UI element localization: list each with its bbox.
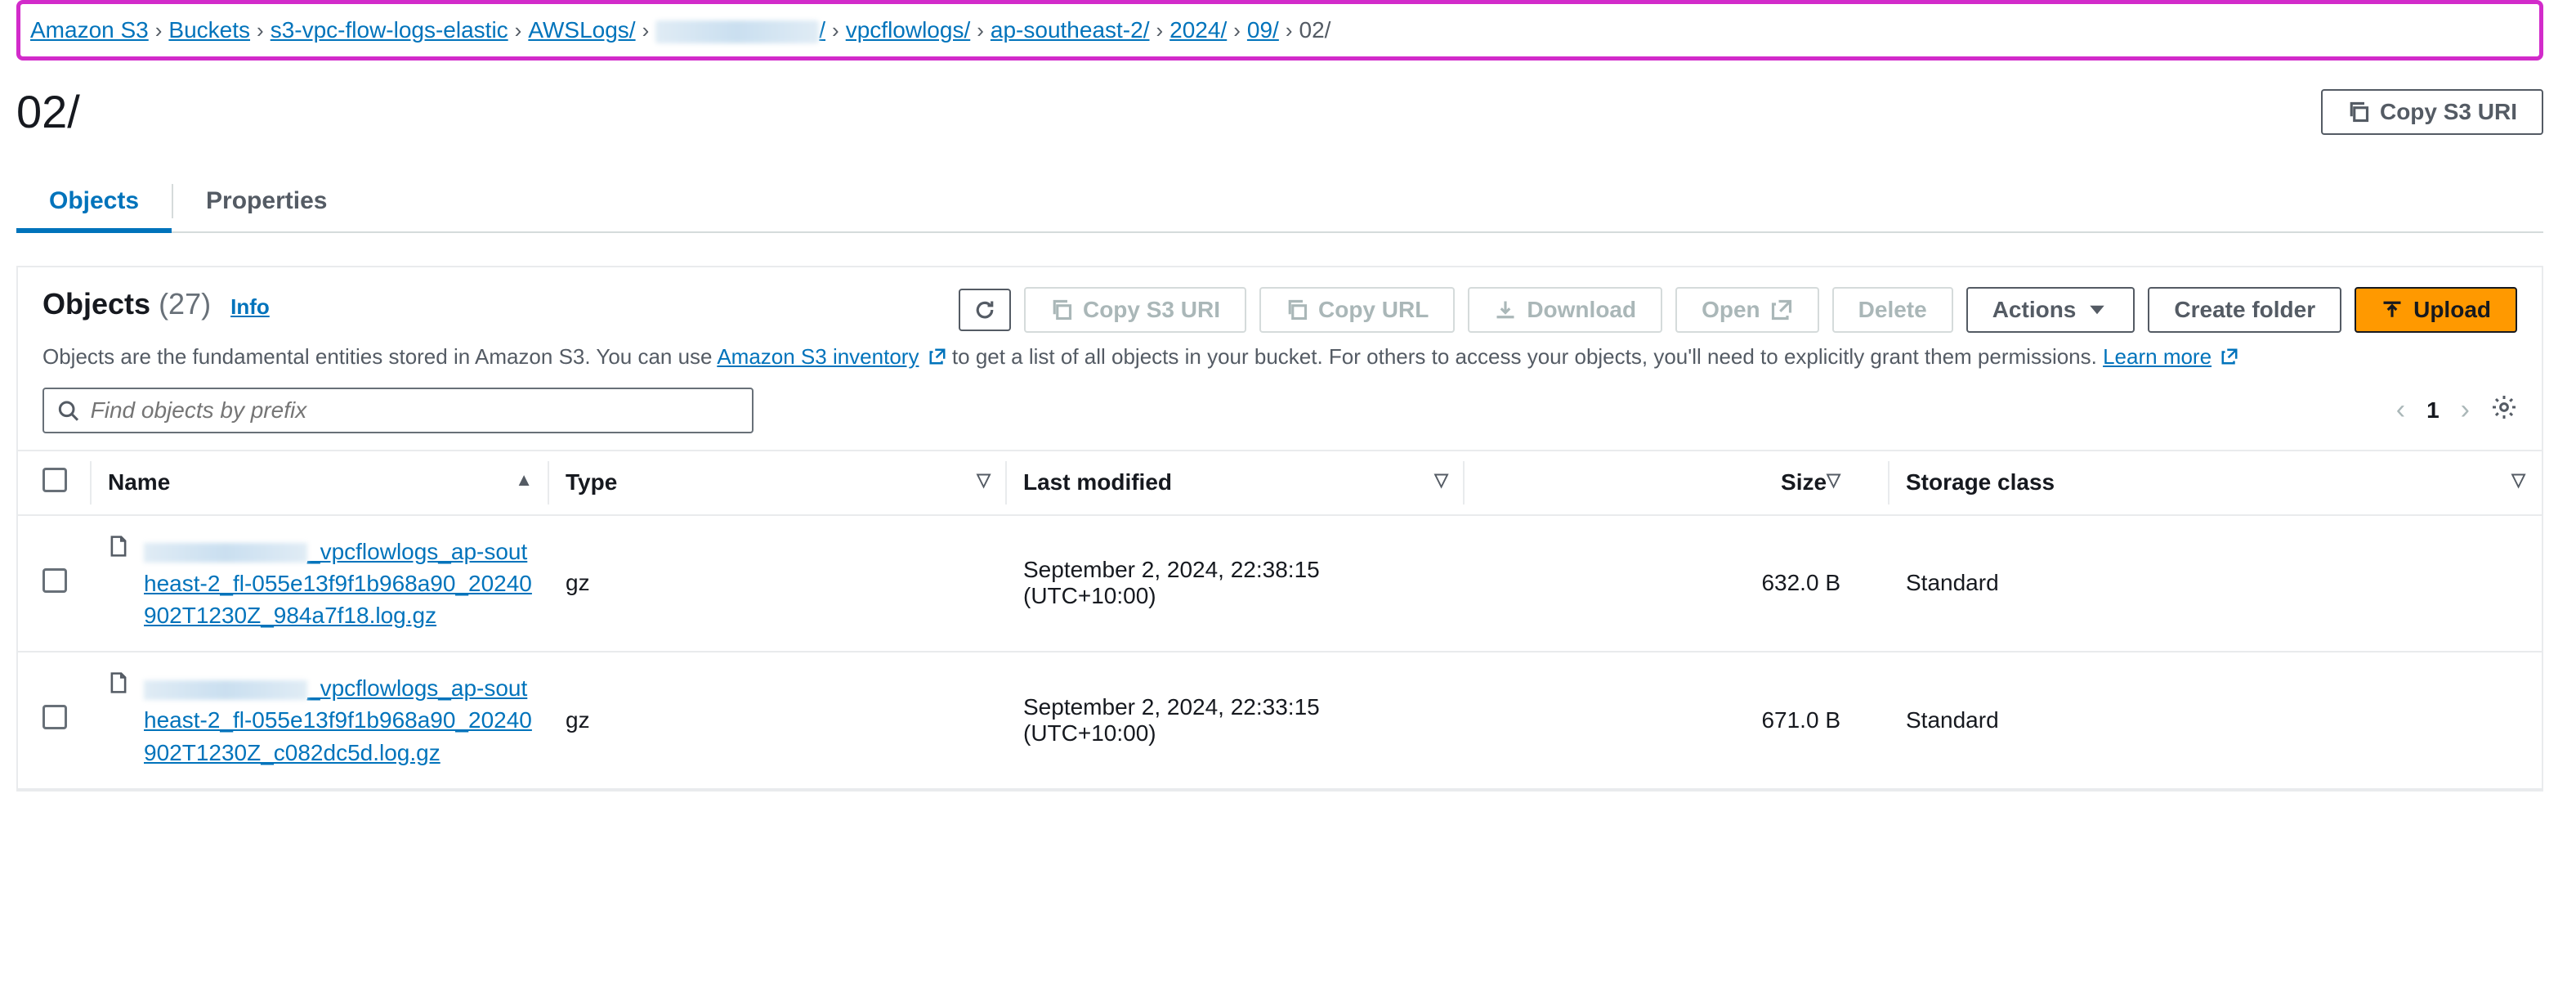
sort-icon: ▽ <box>2511 469 2525 491</box>
search-input[interactable] <box>91 397 739 424</box>
objects-count: (27) <box>159 287 211 321</box>
breadcrumb: Amazon S3 › Buckets › s3-vpc-flow-logs-e… <box>16 0 2543 61</box>
cell-modified: September 2, 2024, 22:33:15 (UTC+10:00) <box>1007 652 1465 789</box>
table-row: _vpcflowlogs_ap-southeast-2_fl-055e13f9f… <box>18 515 2542 652</box>
file-icon <box>108 672 129 699</box>
col-header-modified[interactable]: Last modified▽ <box>1007 451 1465 515</box>
tab-objects[interactable]: Objects <box>16 171 172 231</box>
create-folder-button[interactable]: Create folder <box>2148 287 2341 333</box>
chevron-right-icon: › <box>977 18 984 43</box>
col-header-size[interactable]: Size▽ <box>1465 451 1890 515</box>
search-box[interactable] <box>42 388 754 433</box>
breadcrumb-current: 02/ <box>1299 17 1331 43</box>
page-number: 1 <box>2426 397 2440 424</box>
breadcrumb-buckets[interactable]: Buckets <box>168 17 250 43</box>
upload-icon <box>2381 298 2404 321</box>
download-button[interactable]: Download <box>1468 287 1662 333</box>
actions-dropdown[interactable]: Actions <box>1966 287 2135 333</box>
cell-modified: September 2, 2024, 22:38:15 (UTC+10:00) <box>1007 515 1465 652</box>
cell-size: 632.0 B <box>1465 515 1890 652</box>
learn-more-link[interactable]: Learn more <box>2103 344 2212 369</box>
copy-url-button[interactable]: Copy URL <box>1259 287 1455 333</box>
external-link-icon <box>1770 298 1793 321</box>
search-icon <box>57 399 79 422</box>
panel-description: Objects are the fundamental entities sto… <box>18 344 2542 388</box>
chevron-right-icon: › <box>1286 18 1293 43</box>
chevron-right-icon: › <box>1156 18 1163 43</box>
col-header-storage[interactable]: Storage class▽ <box>1890 451 2542 515</box>
panel-title: Objects (27) <box>42 287 219 321</box>
chevron-right-icon: › <box>1233 18 1241 43</box>
breadcrumb-account-redacted[interactable]: / <box>655 17 825 43</box>
breadcrumb-bucket-name[interactable]: s3-vpc-flow-logs-elastic <box>271 17 508 43</box>
sort-asc-icon: ▲ <box>515 469 533 491</box>
upload-button[interactable]: Upload <box>2355 287 2517 333</box>
breadcrumb-year[interactable]: 2024/ <box>1169 17 1227 43</box>
settings-button[interactable] <box>2491 394 2517 426</box>
page-title: 02/ <box>16 85 80 138</box>
cell-size: 671.0 B <box>1465 652 1890 789</box>
file-icon <box>108 536 129 563</box>
table-row: _vpcflowlogs_ap-southeast-2_fl-055e13f9f… <box>18 652 2542 789</box>
chevron-right-icon: › <box>515 18 522 43</box>
refresh-icon <box>973 298 996 321</box>
delete-button[interactable]: Delete <box>1832 287 1953 333</box>
breadcrumb-awslogs[interactable]: AWSLogs/ <box>528 17 635 43</box>
row-checkbox[interactable] <box>42 568 67 593</box>
breadcrumb-month[interactable]: 09/ <box>1247 17 1279 43</box>
pagination: ‹ 1 › <box>2396 394 2517 426</box>
s3-inventory-link[interactable]: Amazon S3 inventory <box>717 344 919 369</box>
tab-properties[interactable]: Properties <box>173 171 360 231</box>
chevron-right-icon: › <box>832 18 839 43</box>
breadcrumb-amazon-s3[interactable]: Amazon S3 <box>30 17 149 43</box>
chevron-right-icon: › <box>155 18 163 43</box>
sort-icon: ▽ <box>977 469 991 491</box>
open-button[interactable]: Open <box>1675 287 1819 333</box>
sort-icon: ▽ <box>1827 469 1840 491</box>
select-all-checkbox[interactable] <box>42 468 67 492</box>
object-link[interactable]: _vpcflowlogs_ap-southeast-2_fl-055e13f9f… <box>144 536 533 632</box>
row-checkbox[interactable] <box>42 705 67 729</box>
copy-icon <box>1286 298 1308 321</box>
external-link-icon <box>928 346 946 371</box>
gear-icon <box>2491 394 2517 420</box>
breadcrumb-vpcflowlogs[interactable]: vpcflowlogs/ <box>846 17 971 43</box>
cell-type: gz <box>549 652 1007 789</box>
cell-storage: Standard <box>1890 652 2542 789</box>
chevron-right-icon: › <box>257 18 264 43</box>
copy-icon <box>1050 298 1073 321</box>
cell-type: gz <box>549 515 1007 652</box>
refresh-button[interactable] <box>959 289 1011 331</box>
objects-table: Name▲ Type▽ Last modified▽ Size▽ Storage… <box>18 450 2542 790</box>
caret-down-icon <box>2086 298 2109 321</box>
prev-page-button[interactable]: ‹ <box>2396 394 2405 426</box>
cell-storage: Standard <box>1890 515 2542 652</box>
objects-panel: Objects (27) Info Copy S3 URI Copy URL <box>16 266 2543 791</box>
tabs: Objects Properties <box>16 171 2543 233</box>
sort-icon: ▽ <box>1434 469 1448 491</box>
copy-s3-uri-button[interactable]: Copy S3 URI <box>1024 287 1246 333</box>
breadcrumb-region[interactable]: ap-southeast-2/ <box>991 17 1150 43</box>
download-icon <box>1494 298 1517 321</box>
external-link-icon <box>2220 346 2238 371</box>
col-header-type[interactable]: Type▽ <box>549 451 1007 515</box>
col-header-name[interactable]: Name▲ <box>92 451 549 515</box>
object-link[interactable]: _vpcflowlogs_ap-southeast-2_fl-055e13f9f… <box>144 672 533 769</box>
next-page-button[interactable]: › <box>2461 394 2470 426</box>
info-link[interactable]: Info <box>230 294 270 319</box>
copy-icon <box>2347 101 2370 123</box>
chevron-right-icon: › <box>642 18 650 43</box>
copy-s3-uri-top-button[interactable]: Copy S3 URI <box>2321 89 2543 135</box>
